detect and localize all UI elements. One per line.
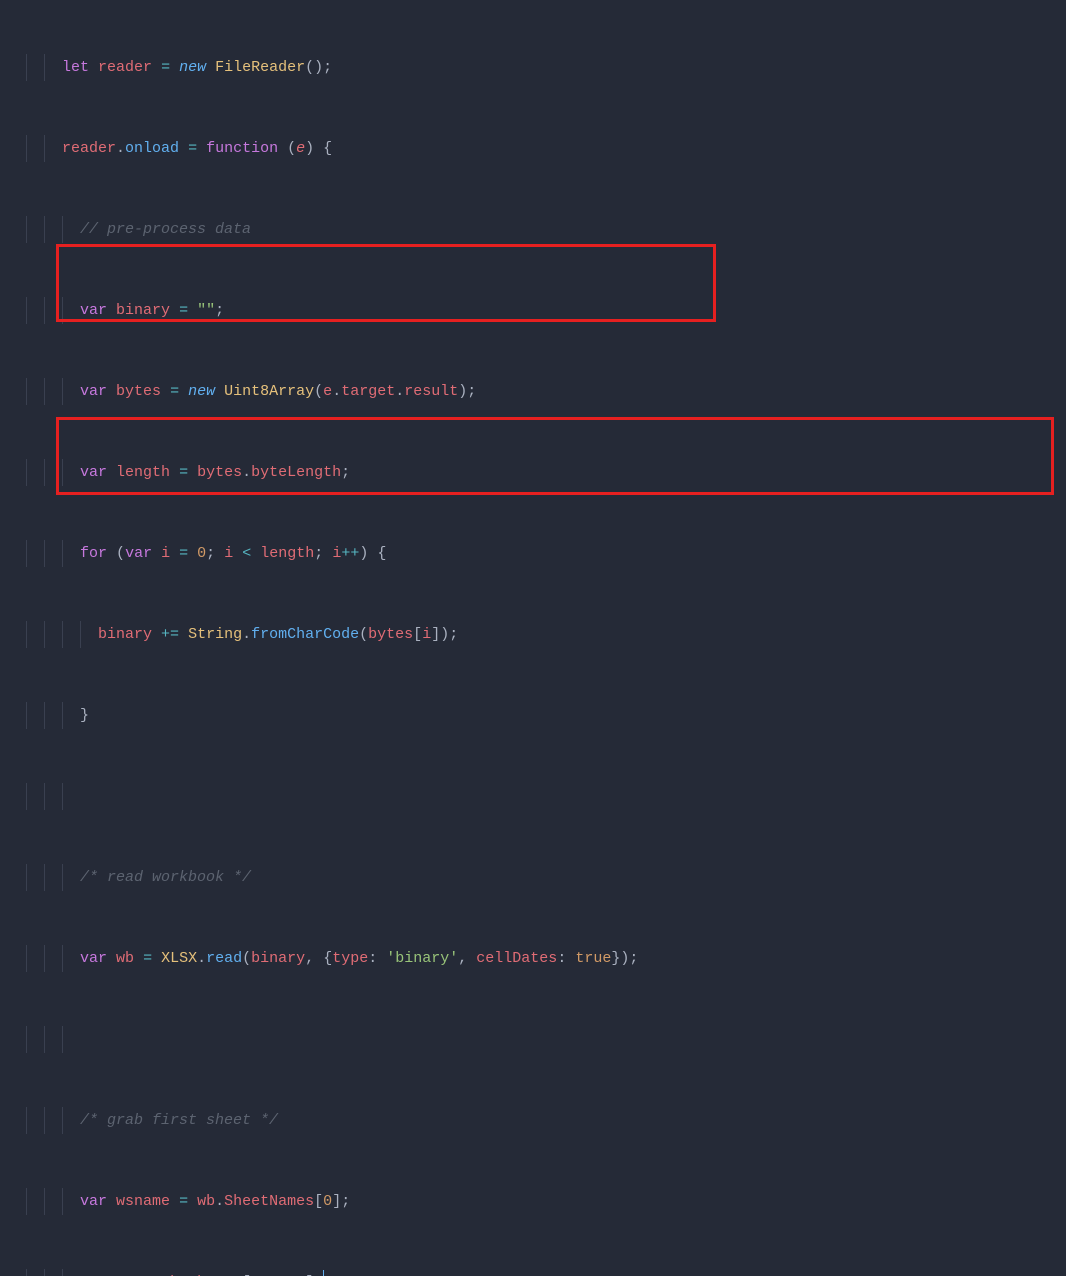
string: 'binary'	[386, 950, 458, 967]
property: result	[404, 383, 458, 400]
identifier: wb	[197, 1193, 215, 1210]
boolean: true	[575, 950, 611, 967]
property: byteLength	[251, 464, 341, 481]
key: type	[332, 950, 368, 967]
property: Sheets	[188, 1274, 242, 1276]
identifier: e	[323, 383, 332, 400]
identifier: binary	[251, 950, 305, 967]
number: 0	[197, 545, 206, 562]
class: Uint8Array	[224, 383, 314, 400]
identifier: wsname	[116, 1193, 170, 1210]
keyword: new	[179, 59, 206, 76]
comment: // pre-process data	[80, 221, 251, 238]
text-cursor	[323, 1270, 324, 1276]
identifier: i	[332, 545, 341, 562]
number: 0	[323, 1193, 332, 1210]
keyword: var	[80, 1274, 107, 1276]
comment: /* grab first sheet */	[80, 1112, 278, 1129]
keyword: var	[125, 545, 152, 562]
param: e	[296, 140, 305, 157]
identifier: reader	[98, 59, 152, 76]
keyword: var	[80, 383, 107, 400]
code-editor[interactable]: let reader = new FileReader(); reader.on…	[0, 0, 1066, 1276]
class: FileReader	[215, 59, 305, 76]
keyword: var	[80, 950, 107, 967]
property: target	[341, 383, 395, 400]
identifier: binary	[98, 626, 152, 643]
property: SheetNames	[224, 1193, 314, 1210]
identifier: binary	[116, 302, 170, 319]
identifier: i	[422, 626, 431, 643]
identifier: wb	[161, 1274, 179, 1276]
identifier: reader	[62, 140, 116, 157]
keyword: var	[80, 464, 107, 481]
keyword: var	[80, 1193, 107, 1210]
operator: =	[161, 59, 170, 76]
keyword: new	[188, 383, 215, 400]
identifier: length	[260, 545, 314, 562]
identifier: wsname	[251, 1274, 305, 1276]
function: fromCharCode	[251, 626, 359, 643]
identifier: wb	[116, 950, 134, 967]
function: read	[206, 950, 242, 967]
keyword: let	[62, 59, 89, 76]
identifier: i	[224, 545, 233, 562]
identifier: bytes	[197, 464, 242, 481]
identifier: length	[116, 464, 170, 481]
comment: /* read workbook */	[80, 869, 251, 886]
identifier: bytes	[368, 626, 413, 643]
identifier: i	[161, 545, 170, 562]
class: String	[188, 626, 242, 643]
key: cellDates	[476, 950, 557, 967]
keyword: for	[80, 545, 107, 562]
keyword: function	[206, 140, 278, 157]
class: XLSX	[161, 950, 197, 967]
keyword: var	[80, 302, 107, 319]
identifier: ws	[116, 1274, 134, 1276]
string: ""	[197, 302, 215, 319]
identifier: bytes	[116, 383, 161, 400]
property: onload	[125, 140, 179, 157]
